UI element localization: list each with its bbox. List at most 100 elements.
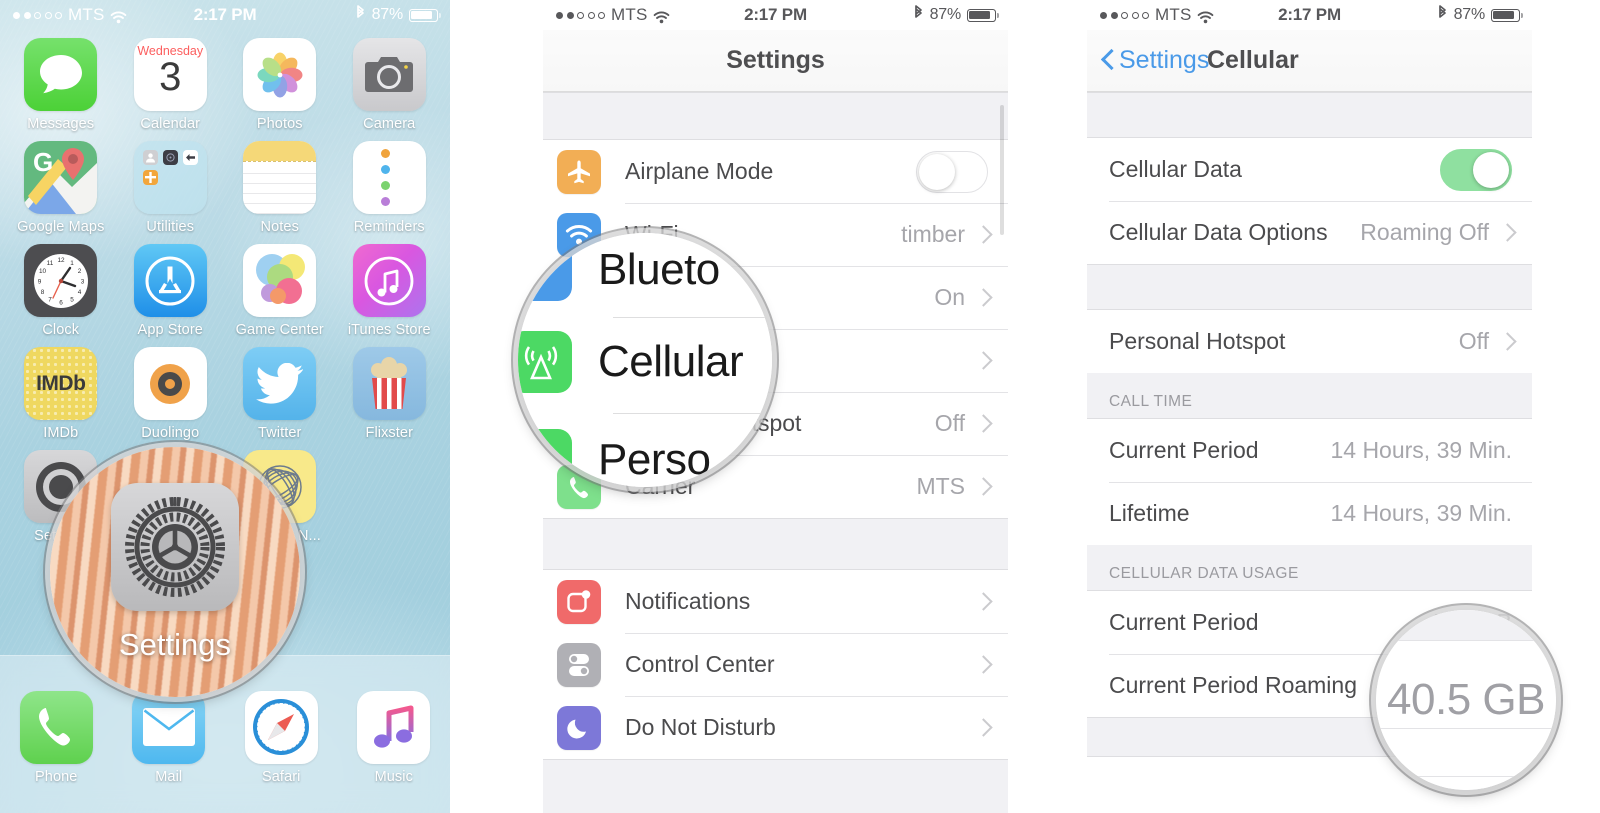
dock-icon-mail[interactable]: Mail — [113, 690, 226, 785]
chevron-right-icon — [977, 477, 988, 496]
app-icon-imdb[interactable]: IMDb IMDb — [6, 347, 116, 441]
gear-glyph — [125, 497, 225, 597]
clock-icon: 12 1 2 345 678 9 10 11 — [24, 244, 98, 317]
app-label: Camera — [363, 116, 416, 132]
app-label: IMDb — [43, 425, 79, 441]
dock-label: Mail — [155, 768, 183, 785]
list-separator — [1376, 776, 1556, 777]
app-icon-google-maps[interactable]: G Google Maps — [6, 141, 116, 235]
row-value: Off — [934, 410, 965, 436]
row-label: Notifications — [625, 588, 751, 614]
bluetooth-icon — [913, 5, 924, 25]
bluetooth-icon — [355, 5, 366, 25]
phone-icon — [19, 690, 93, 764]
list-separator — [613, 413, 772, 414]
app-store-icon — [133, 244, 207, 317]
magnified-value: 40.5 GB — [1387, 675, 1545, 724]
app-label: App Store — [137, 322, 203, 338]
cellular-icon — [518, 331, 572, 393]
row-label: Control Center — [625, 651, 775, 677]
wifi-icon — [518, 239, 572, 301]
app-label: Messages — [27, 116, 95, 132]
app-icon-duolingo[interactable]: Duolingo — [116, 347, 226, 441]
settings-row-airplane-mode[interactable]: Airplane Mode — [543, 140, 1008, 203]
row-label: Personal Hotspot — [1109, 328, 1286, 354]
app-label: Game Center — [235, 322, 324, 338]
section-gap — [543, 518, 1008, 570]
cellular-row-data-options[interactable]: Cellular Data Options Roaming Off — [1087, 201, 1532, 264]
svg-text:1: 1 — [70, 260, 74, 267]
status-right: 87% — [913, 5, 1000, 25]
svg-text:6: 6 — [59, 299, 63, 306]
list-separator — [1376, 728, 1556, 729]
row-value: 14 Hours, 39 Min. — [1330, 437, 1512, 463]
itunes-store-icon — [352, 244, 426, 317]
settings-row-notifications[interactable]: Notifications — [543, 570, 1008, 633]
dock-icon-phone[interactable]: Phone — [0, 690, 113, 785]
airplane-mode-toggle[interactable] — [916, 150, 988, 193]
app-icon-flixster[interactable]: Flixster — [335, 347, 445, 441]
row-value: MTS — [916, 473, 965, 499]
row-value: On — [934, 284, 965, 310]
magnified-list: Blueto Cellular Perso — [518, 233, 772, 487]
section-gap — [543, 759, 1008, 813]
cellular-row-cellular-data[interactable]: Cellular Data — [1087, 138, 1532, 201]
cellular-row-personal-hotspot[interactable]: Personal Hotspot Off — [1087, 310, 1532, 373]
app-icon-photos[interactable]: Photos — [225, 38, 335, 132]
status-bar-home: MTS 2:17 PM 87% — [0, 0, 450, 30]
app-icon-game-center[interactable]: Game Center — [225, 244, 335, 338]
app-label: Photos — [256, 116, 303, 132]
chevron-left-icon — [1101, 49, 1115, 73]
list-separator — [1376, 640, 1556, 641]
chevron-right-icon — [977, 351, 988, 370]
cellular-group-call-time: Current Period 14 Hours, 39 Min. Lifetim… — [1087, 419, 1532, 545]
flixster-icon — [352, 347, 426, 420]
nav-bar-settings: Settings — [543, 30, 1008, 92]
svg-text:G: G — [33, 147, 53, 177]
svg-text:7: 7 — [48, 296, 52, 303]
app-icon-notes[interactable]: Notes — [225, 141, 335, 235]
cellular-row-call-current-period: Current Period 14 Hours, 39 Min. — [1087, 419, 1532, 482]
chevron-right-icon — [977, 655, 988, 674]
app-icon-app-store[interactable]: App Store — [116, 244, 226, 338]
camera-icon — [352, 38, 426, 111]
vertical-scrollbar[interactable] — [1000, 105, 1004, 235]
screenshot-stage: MTS 2:17 PM 87% Messages Wednesday 3 Cal… — [0, 0, 1600, 813]
game-center-icon — [243, 244, 317, 317]
safari-icon — [244, 690, 318, 764]
dock-icon-safari[interactable]: Safari — [225, 690, 338, 785]
app-label: Calendar — [140, 116, 201, 132]
app-icon-utilities-folder[interactable]: Utilities — [116, 141, 226, 235]
magnifier-settings-icon: Settings — [50, 447, 300, 697]
dock-label: Music — [374, 768, 413, 785]
cellular-group-hotspot: Personal Hotspot Off — [1087, 310, 1532, 373]
app-label: Clock — [42, 322, 80, 338]
app-label: iTunes Store — [347, 322, 431, 338]
row-value: timber — [901, 221, 965, 247]
do-not-disturb-icon — [557, 705, 601, 750]
app-icon-camera[interactable]: Camera — [335, 38, 445, 132]
app-icon-messages[interactable]: Messages — [6, 38, 116, 132]
magnified-section-band — [1376, 610, 1556, 640]
chevron-right-icon — [1501, 332, 1512, 351]
back-button-settings[interactable]: Settings — [1101, 46, 1209, 75]
app-icon-calendar[interactable]: Wednesday 3 Calendar — [116, 38, 226, 132]
magnified-row-cellular: Cellular — [518, 331, 772, 393]
status-bar-settings: MTS 2:17 PM 87% — [543, 0, 1008, 30]
cellular-data-toggle[interactable] — [1440, 148, 1512, 191]
app-icon-clock[interactable]: 12 1 2 345 678 9 10 11 Clock — [6, 244, 116, 338]
section-header-data-usage: CELLULAR DATA USAGE — [1087, 545, 1532, 591]
dock-icon-music[interactable]: Music — [338, 690, 451, 785]
page-title: Cellular — [1207, 46, 1299, 74]
music-icon — [357, 690, 431, 764]
app-label: Duolingo — [141, 425, 200, 441]
app-icon-itunes-store[interactable]: iTunes Store — [335, 244, 445, 338]
app-icon-twitter[interactable]: Twitter — [225, 347, 335, 441]
app-icon-reminders[interactable]: Reminders — [335, 141, 445, 235]
magnified-row-personal-hotspot: Perso — [518, 429, 772, 487]
section-gap — [1087, 264, 1532, 310]
row-value: 14 Hours, 39 Min. — [1330, 500, 1512, 526]
settings-row-do-not-disturb[interactable]: Do Not Disturb — [543, 696, 1008, 759]
back-button-label: Settings — [1119, 46, 1210, 74]
settings-row-control-center[interactable]: Control Center — [543, 633, 1008, 696]
